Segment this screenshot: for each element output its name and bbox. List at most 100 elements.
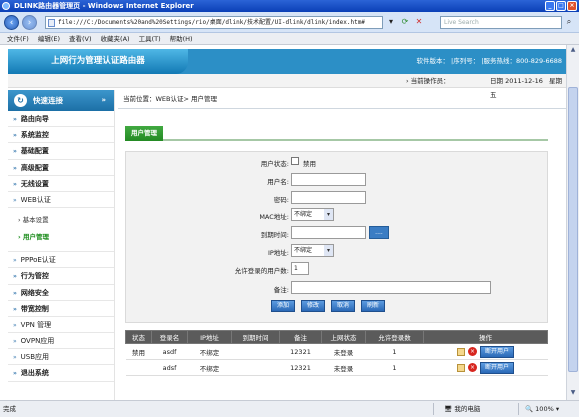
arrow-icon: »	[13, 132, 17, 140]
note-input[interactable]	[291, 281, 491, 294]
cell-ip: 不绑定	[187, 343, 232, 360]
address-input[interactable]: file:///C:/Documents%20and%20Settings/ri…	[45, 16, 383, 29]
sidebar-item-logout[interactable]: » 退出系统	[8, 365, 114, 382]
back-arrow-icon[interactable]: ‹	[4, 15, 19, 30]
cell-allowed: 1	[365, 343, 424, 360]
disable-checkbox[interactable]	[291, 157, 299, 165]
ip-select[interactable]: 不绑定	[291, 244, 334, 257]
expire-input[interactable]	[291, 226, 366, 239]
menu-file[interactable]: 文件(F)	[7, 33, 29, 44]
operator-bar: › 当前操作员： 日期 2011-12-16 星期五	[8, 74, 566, 99]
arrow-icon: »	[13, 257, 17, 265]
edit-icon[interactable]	[456, 347, 465, 356]
sidebar-item-behavior-control[interactable]: » 行为管控	[8, 268, 114, 285]
arrow-icon: »	[13, 370, 17, 378]
col-ip: IP地址	[187, 330, 232, 344]
date-picker-button[interactable]: ....	[369, 226, 389, 239]
refresh-icon[interactable]: ⟳	[399, 16, 411, 28]
cell-status	[125, 359, 152, 376]
sidebar-item-system-monitor[interactable]: » 系统监控	[8, 127, 114, 144]
edit-icon[interactable]	[456, 363, 465, 372]
tab-strip: 用户管理	[125, 123, 548, 141]
zoom-control[interactable]: 🔍 100% ▾	[525, 401, 559, 417]
menu-bar: 文件(F) 编辑(E) 查看(V) 收藏夹(A) 工具(T) 帮助(H)	[0, 33, 579, 45]
password-input[interactable]	[291, 191, 366, 204]
menu-tools[interactable]: 工具(T)	[139, 33, 161, 44]
arrow-icon: »	[13, 354, 17, 362]
username-label: 用户名:	[267, 178, 289, 186]
sidebar-item-vpn[interactable]: » VPN 管理	[8, 317, 114, 334]
search-input[interactable]: Live Search	[440, 16, 562, 29]
sidebar-item-network-security[interactable]: » 网络安全	[8, 285, 114, 301]
version-info: 软件版本： |序列号： |服务热线：800-829-6688	[416, 57, 562, 65]
form-row-ip: IP地址: 不绑定	[126, 243, 547, 259]
quick-link-icon: ↻	[14, 94, 27, 107]
menu-view[interactable]: 查看(V)	[69, 33, 92, 44]
window-controls: _ □ ×	[545, 1, 577, 11]
sidebar-item-usb[interactable]: » USB应用	[8, 349, 114, 366]
sidebar-item-web-auth[interactable]: » WEB认证	[8, 192, 114, 209]
maximize-icon[interactable]: □	[556, 1, 566, 11]
delete-icon[interactable]: ×	[467, 363, 477, 372]
search-icon[interactable]: ⌕	[563, 16, 575, 29]
scrollbar-thumb[interactable]	[568, 87, 578, 372]
vertical-scrollbar[interactable]: ▲ ▼	[566, 45, 579, 400]
scroll-up-icon[interactable]: ▲	[568, 46, 578, 56]
scroll-down-icon[interactable]: ▼	[568, 389, 578, 399]
max-users-label: 允许登录的用户数:	[234, 267, 289, 275]
disconnect-user-button[interactable]: 断开用户	[479, 345, 514, 358]
sidebar-header[interactable]: ↻ 快速连接 »	[8, 90, 114, 111]
close-icon[interactable]: ×	[567, 1, 577, 11]
disconnect-user-button[interactable]: 断开用户	[479, 361, 514, 374]
sidebar-subitem-basic-settings[interactable]: › 基本设置	[8, 212, 114, 229]
modify-button[interactable]: 修改	[301, 300, 325, 312]
table-row: adsf 不绑定 12321 未登录 1 × 断开用户	[125, 359, 548, 376]
sidebar-item-bandwidth[interactable]: » 带宽控制	[8, 301, 114, 317]
sidebar-header-label: 快速连接	[33, 96, 63, 105]
form-row-expire: 到期时间: ....	[126, 225, 547, 241]
cell-note: 12321	[279, 359, 322, 376]
sidebar-item-basic-config[interactable]: » 基础配置	[8, 143, 114, 160]
status-label: 用户状态:	[260, 160, 289, 168]
note-label: 备注:	[273, 286, 289, 294]
minimize-icon[interactable]: _	[545, 1, 555, 11]
col-action: 操作	[423, 330, 548, 344]
expire-label: 到期时间:	[260, 231, 289, 239]
tab-user-management[interactable]: 用户管理	[125, 126, 163, 141]
delete-icon[interactable]: ×	[467, 347, 477, 356]
menu-help[interactable]: 帮助(H)	[170, 33, 193, 44]
collapse-chevron-icon[interactable]: »	[101, 90, 106, 111]
mac-select[interactable]: 不绑定	[291, 208, 334, 221]
sidebar-item-advanced-config[interactable]: » 高级配置	[8, 160, 114, 176]
form-row-note: 备注:	[126, 280, 547, 296]
form-row-password: 密码:	[126, 190, 547, 206]
cell-online: 未登录	[321, 359, 366, 376]
brand-title: 上网行为管理认证路由器	[8, 49, 188, 74]
cell-allowed: 1	[365, 359, 424, 376]
dropdown-arrow-icon[interactable]: ▾	[385, 16, 397, 28]
disable-label: 禁用	[303, 160, 316, 168]
sidebar-subitem-user-management[interactable]: › 用户管理	[8, 229, 114, 246]
add-button[interactable]: 添加	[271, 300, 295, 312]
stop-icon[interactable]: ✕	[413, 16, 425, 28]
sidebar-item-pppoe[interactable]: » PPPoE认证	[8, 252, 114, 269]
cell-login: asdf	[151, 343, 188, 360]
sidebar-item-wireless[interactable]: » 无线设置	[8, 176, 114, 192]
arrow-icon: »	[13, 321, 17, 329]
operator-label: › 当前操作员：	[406, 77, 450, 85]
address-text: file:///C:/Documents%20and%20Settings/ri…	[58, 19, 365, 26]
cell-status: 禁用	[125, 343, 152, 360]
user-form: 用户状态: 禁用 用户名: 密码: MAC地址: 不绑定 到期时间: .... …	[125, 151, 548, 323]
forward-arrow-icon[interactable]: ›	[22, 15, 37, 30]
sidebar-item-router-wizard[interactable]: » 路由向导	[8, 111, 114, 128]
sidebar-item-ovpn[interactable]: » OVPN应用	[8, 333, 114, 350]
refresh-button[interactable]: 刷新	[361, 300, 385, 312]
arrow-icon: »	[13, 116, 17, 123]
cell-note: 12321	[279, 343, 322, 360]
username-input[interactable]	[291, 173, 366, 186]
cancel-button[interactable]: 取消	[331, 300, 355, 312]
max-users-input[interactable]: 1	[291, 262, 309, 275]
menu-edit[interactable]: 编辑(E)	[38, 33, 60, 44]
password-label: 密码:	[273, 196, 289, 204]
menu-favorites[interactable]: 收藏夹(A)	[101, 33, 130, 44]
